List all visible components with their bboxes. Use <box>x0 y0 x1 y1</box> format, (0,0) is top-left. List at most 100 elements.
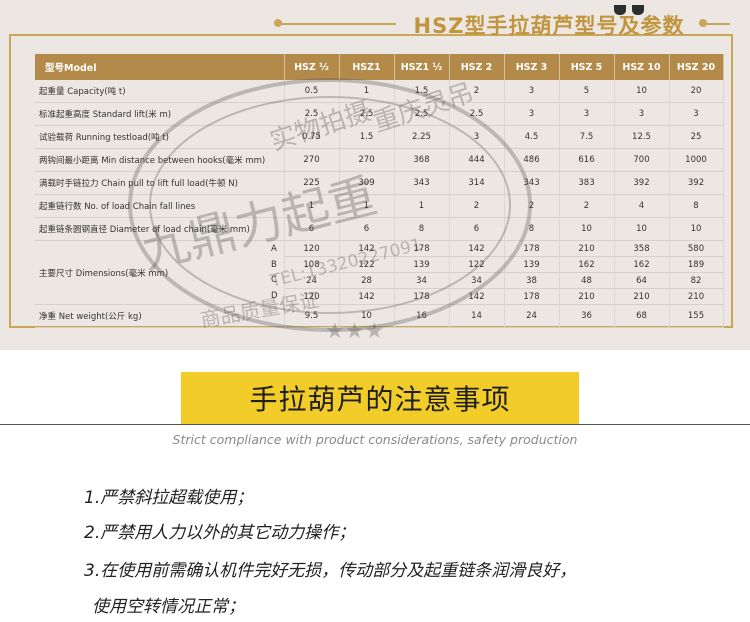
dimensions-label: 主要尺寸 Dimensions(毫米 mm) <box>39 268 169 279</box>
table-cell: 2.5 <box>284 102 340 126</box>
row-label: 起重链条圆钢直径 Diameter of load chain(毫米 mm) <box>35 217 285 241</box>
table-cell: 2 <box>559 194 615 218</box>
header-model-col: HSZ 2 <box>449 54 505 80</box>
table-cell: 10 <box>559 217 615 241</box>
table-cell: 210 <box>614 288 670 305</box>
table-cell: 1.5 <box>339 125 395 149</box>
table-cell: 392 <box>614 171 670 195</box>
table-cell: 3 <box>449 125 505 149</box>
dimension-sub-label: B <box>270 259 277 270</box>
row-label: 试验载荷 Running testload(吨 t) <box>35 125 285 149</box>
table-row: 起重链行数 No. of load Chain fall lines 1 1 1 2 2 2… <box>35 194 724 218</box>
table-cell: 6 <box>449 217 505 241</box>
row-label: 标准起重高度 Standard lift(米 m) <box>35 102 285 126</box>
table-cell: 368 <box>394 148 450 172</box>
table-cell: 14 <box>449 304 505 328</box>
table-cell: 12.5 <box>614 125 670 149</box>
table-cell: 4.5 <box>504 125 560 149</box>
table-cell: 178 <box>394 288 450 305</box>
table-cell: 36 <box>559 304 615 328</box>
table-cell: 383 <box>559 171 615 195</box>
table-cell: 10 <box>669 217 724 241</box>
table-cell: 358 <box>614 240 670 257</box>
table-cell: 270 <box>284 148 340 172</box>
title-dot-left <box>274 19 282 27</box>
table-cell: 10 <box>339 304 395 328</box>
header-model-col: HSZ 10 <box>614 54 670 80</box>
table-cell: 4 <box>614 194 670 218</box>
title-dot-right <box>699 19 707 27</box>
table-cell: 1 <box>339 194 395 218</box>
table-cell: 28 <box>339 272 395 289</box>
table-cell: 580 <box>669 240 724 257</box>
row-label: 起重链行数 No. of load Chain fall lines <box>35 194 285 218</box>
table-cell: 38 <box>504 272 560 289</box>
header-model-col: HSZ 3 <box>504 54 560 80</box>
title-line-right <box>704 23 730 25</box>
table-cell: 189 <box>669 256 724 273</box>
table-row: 起重量 Capacity(吨 t) 0.5 1 1.5 2 3 5 10 20 <box>35 80 724 103</box>
spec-title: HSZ型手拉葫芦型号及参数 <box>413 14 685 38</box>
header-model-col: HSZ1 ½ <box>394 54 450 80</box>
header-model-col: HSZ1 <box>339 54 395 80</box>
table-cell: 64 <box>614 272 670 289</box>
table-cell: 7.5 <box>559 125 615 149</box>
table-cell: 2.5 <box>394 102 450 126</box>
table-cell: 9.5 <box>284 304 340 328</box>
table-cell: 3 <box>614 102 670 126</box>
row-label: 净重 Net weight(公斤 kg) <box>35 304 285 328</box>
table-cell: 3 <box>669 102 724 126</box>
table-cell: 343 <box>394 171 450 195</box>
table-cell: 1 <box>284 194 340 218</box>
table-cell: 392 <box>669 171 724 195</box>
table-cell: 309 <box>339 171 395 195</box>
table-cell: 2 <box>504 194 560 218</box>
table-cell: 210 <box>559 288 615 305</box>
table-cell: 34 <box>449 272 505 289</box>
header-model-col: HSZ 5 <box>559 54 615 80</box>
table-row: 标准起重高度 Standard lift(米 m) 2.5 2.5 2.5 2.5 3 3 3… <box>35 102 724 126</box>
table-cell: 139 <box>394 256 450 273</box>
table-row-dimension: 主要尺寸 Dimensions(毫米 mm) A B C D 120 142 178 142 17… <box>35 240 724 305</box>
table-cell: 5 <box>559 80 615 103</box>
table-cell: 139 <box>504 256 560 273</box>
table-cell: 178 <box>394 240 450 257</box>
table-cell: 178 <box>504 288 560 305</box>
table-cell: 24 <box>504 304 560 328</box>
table-cell: 120 <box>284 240 340 257</box>
table-cell: 122 <box>339 256 395 273</box>
table-cell: 8 <box>669 194 724 218</box>
notice-item-3-cont: 使用空转情况正常； <box>92 597 245 617</box>
row-label-dimensions: 主要尺寸 Dimensions(毫米 mm) A B C D <box>35 240 285 305</box>
section-divider <box>0 424 750 425</box>
row-label: 满载时手链拉力 Chain pull to lift full load(牛顿 … <box>35 171 285 195</box>
table-cell: 120 <box>284 288 340 305</box>
dimension-sub-label: D <box>270 291 278 302</box>
table-cell: 162 <box>559 256 615 273</box>
table-cell: 225 <box>284 171 340 195</box>
table-row: 起重链条圆钢直径 Diameter of load chain(毫米 mm) 6 6… <box>35 217 724 241</box>
table-cell: 616 <box>559 148 615 172</box>
table-cell: 2 <box>449 194 505 218</box>
table-header-row: 型号Model HSZ ½ HSZ1 HSZ1 ½ HSZ 2 HSZ 3 HSZ 5 HSZ… <box>35 54 724 80</box>
table-cell: 6 <box>339 217 395 241</box>
table-row-weight: 净重 Net weight(公斤 kg) 9.5 10 16 14 24 36 68 155 <box>35 304 724 328</box>
table-cell: 48 <box>559 272 615 289</box>
table-cell: 2.25 <box>394 125 450 149</box>
table-cell: 700 <box>614 148 670 172</box>
table-cell: 1 <box>394 194 450 218</box>
header-model: 型号Model <box>35 54 285 80</box>
row-label: 起重量 Capacity(吨 t) <box>35 80 285 103</box>
table-cell: 20 <box>669 80 724 103</box>
row-label: 两钩间最小距离 Min distance between hooks(毫米 mm… <box>35 148 285 172</box>
table-cell: 6 <box>284 217 340 241</box>
table-row: 满载时手链拉力 Chain pull to lift full load(牛顿 … <box>35 171 724 195</box>
table-cell: 343 <box>504 171 560 195</box>
table-cell: 24 <box>284 272 340 289</box>
table-cell: 16 <box>394 304 450 328</box>
table-cell: 25 <box>669 125 724 149</box>
dimension-sub-label: A <box>270 243 277 254</box>
table-cell: 0.75 <box>284 125 340 149</box>
table-cell: 1000 <box>669 148 724 172</box>
spec-table: 型号Model HSZ ½ HSZ1 HSZ1 ½ HSZ 2 HSZ 3 HSZ 5 HSZ… <box>35 54 724 328</box>
